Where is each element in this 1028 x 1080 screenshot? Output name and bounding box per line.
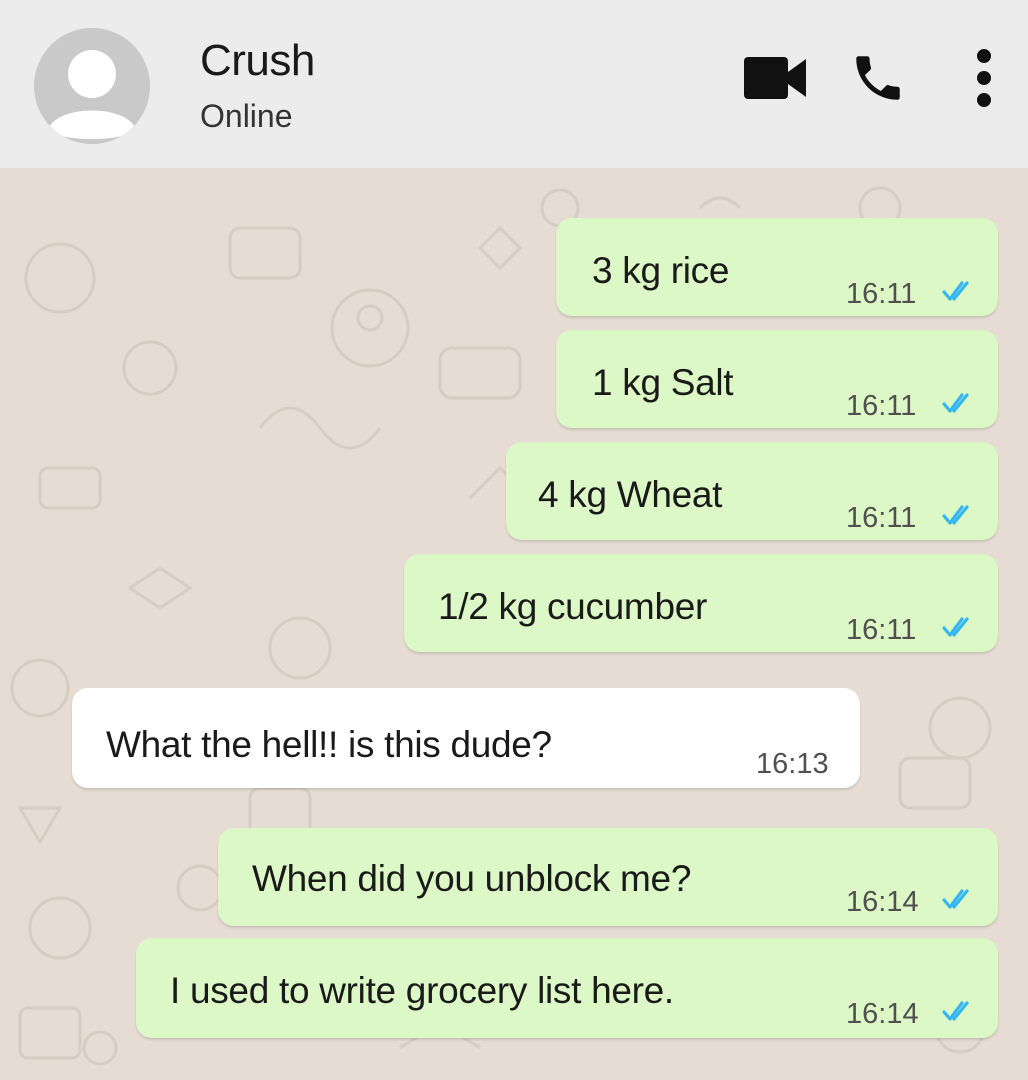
message-bubble-outgoing[interactable]: 1 kg Salt 16:11: [556, 330, 998, 428]
more-options-button[interactable]: [966, 46, 1002, 110]
message-bubble-outgoing[interactable]: When did you unblock me? 16:14: [218, 828, 998, 926]
message-time: 16:11: [846, 502, 917, 534]
read-ticks-icon: [942, 889, 969, 909]
default-avatar-icon: [34, 28, 150, 144]
phone-icon: [856, 56, 900, 100]
message-text: 1/2 kg cucumber: [438, 586, 708, 627]
contact-avatar[interactable]: [34, 28, 150, 144]
video-camera-icon: [744, 57, 806, 99]
message-bubble-outgoing[interactable]: 4 kg Wheat 16:11: [506, 442, 998, 540]
video-call-button[interactable]: [744, 46, 810, 110]
message-text: I used to write grocery list here.: [170, 970, 674, 1011]
read-ticks-icon: [942, 393, 969, 413]
contact-name[interactable]: Crush: [200, 36, 315, 86]
chat-area[interactable]: 3 kg rice 16:11 1 kg Salt 16:11 4 kg Whe…: [0, 168, 1028, 1080]
message-time: 16:14: [846, 998, 919, 1030]
message-time: 16:14: [846, 886, 919, 918]
voice-call-button[interactable]: [848, 46, 908, 110]
message-bubble-outgoing[interactable]: I used to write grocery list here. 16:14: [136, 938, 998, 1038]
message-time: 16:11: [846, 278, 917, 310]
message-text: 3 kg rice: [592, 250, 730, 291]
message-text: 4 kg Wheat: [538, 474, 723, 515]
more-vertical-icon: [977, 49, 991, 107]
message-text: When did you unblock me?: [252, 858, 692, 899]
message-bubble-incoming[interactable]: What the hell!! is this dude? 16:13: [72, 688, 860, 788]
chat-header: Crush Online: [0, 0, 1028, 168]
read-ticks-icon: [942, 1001, 969, 1021]
message-time: 16:11: [846, 614, 917, 646]
message-time: 16:11: [846, 390, 917, 422]
read-ticks-icon: [942, 281, 969, 301]
read-ticks-icon: [942, 505, 969, 525]
contact-status: Online: [200, 98, 293, 134]
message-time: 16:13: [756, 748, 829, 780]
message-bubble-outgoing[interactable]: 3 kg rice 16:11: [556, 218, 998, 316]
message-bubble-outgoing[interactable]: 1/2 kg cucumber 16:11: [404, 554, 998, 652]
message-text: What the hell!! is this dude?: [106, 724, 552, 765]
read-ticks-icon: [942, 617, 969, 637]
message-text: 1 kg Salt: [592, 362, 734, 403]
